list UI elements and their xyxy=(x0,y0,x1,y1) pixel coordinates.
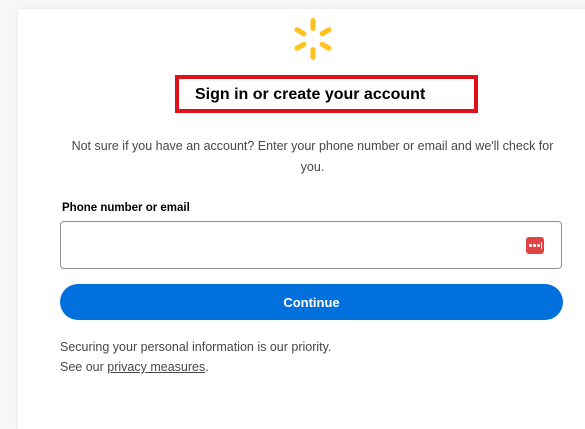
page-title: Sign in or create your account xyxy=(195,86,426,103)
continue-button[interactable]: Continue xyxy=(60,284,563,320)
phone-email-field-container[interactable] xyxy=(60,221,562,270)
field-label: Phone number or email xyxy=(62,202,190,214)
privacy-line: See our privacy measures. xyxy=(60,357,331,377)
phone-email-input[interactable] xyxy=(71,222,515,270)
security-note: Securing your personal information is ou… xyxy=(60,337,331,377)
spark-icon xyxy=(294,18,332,60)
period-text: . xyxy=(205,360,209,374)
see-our-text: See our xyxy=(60,360,104,374)
password-manager-icon[interactable] xyxy=(526,237,544,254)
privacy-measures-link[interactable]: privacy measures xyxy=(107,360,205,374)
security-note-text: Securing your personal information is ou… xyxy=(60,340,332,354)
intro-text: Not sure if you have an account? Enter y… xyxy=(71,139,554,174)
